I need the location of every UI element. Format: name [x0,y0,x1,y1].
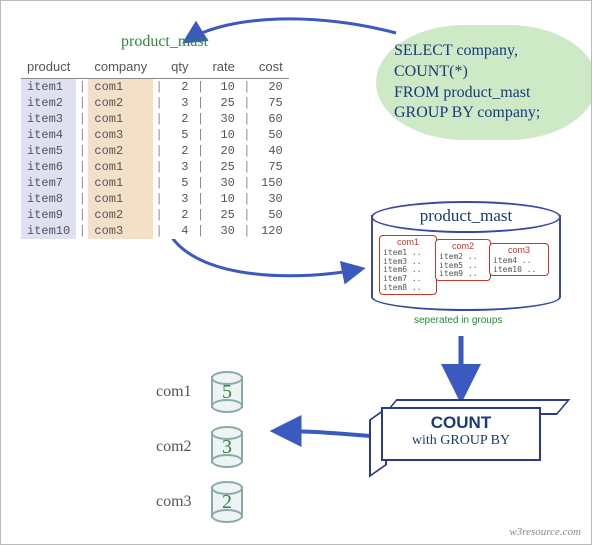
group-com2: com2item2 ..item5 ..item9 .. [435,239,491,281]
result-cyl-com2: 3 [211,426,243,468]
count-operator-box: COUNT with GROUP BY [371,399,541,461]
grouped-cylinder: product_mast com1item1 ..item3 ..item6 .… [371,201,561,311]
sql-statement: SELECT company, COUNT(*) FROM product_ma… [376,25,592,140]
grouped-cylinder-title: product_mast [371,201,561,233]
table-row: item10|com3|4|30|120 [21,223,289,239]
table-row: item1|com1|2|10|20 [21,79,289,96]
table-row: item5|com2|2|20|40 [21,143,289,159]
sql-line: SELECT company, [394,41,579,62]
result-label-com2: com2 [156,438,192,456]
table-row: item7|com1|5|30|150 [21,175,289,191]
group-com3: com3item4 ..item10 .. [489,243,549,276]
col-qty: qty [165,55,194,79]
col-company: company [88,55,153,79]
count-title: COUNT [383,413,539,433]
table-row: item9|com2|2|25|50 [21,207,289,223]
result-cyl-com3: 2 [211,481,243,523]
source-table-title: product_mast [121,33,208,51]
attribution: w3resource.com [509,526,581,538]
diagram-root: product_mast product company qty rate co… [0,0,592,545]
col-product: product [21,55,76,79]
result-label-com3: com3 [156,493,192,511]
table-row: item8|com1|3|10|30 [21,191,289,207]
sql-line: FROM product_mast [394,83,579,104]
table-row: item6|com1|3|25|75 [21,159,289,175]
result-cyl-com1: 5 [211,371,243,413]
source-table: product company qty rate cost item1|com1… [21,55,289,239]
table-row: item3|com1|2|30|60 [21,111,289,127]
result-label-com1: com1 [156,383,192,401]
table-header-row: product company qty rate cost [21,55,289,79]
sql-line: GROUP BY company; [394,103,579,124]
col-cost: cost [253,55,289,79]
table-row: item2|com2|3|25|75 [21,95,289,111]
groups-caption: seperated in groups [414,315,502,326]
col-rate: rate [206,55,240,79]
count-subtitle: with GROUP BY [383,433,539,449]
sql-line: COUNT(*) [394,62,579,83]
group-com1: com1item1 ..item3 ..item6 ..item7 ..item… [379,235,437,295]
table-row: item4|com3|5|10|50 [21,127,289,143]
